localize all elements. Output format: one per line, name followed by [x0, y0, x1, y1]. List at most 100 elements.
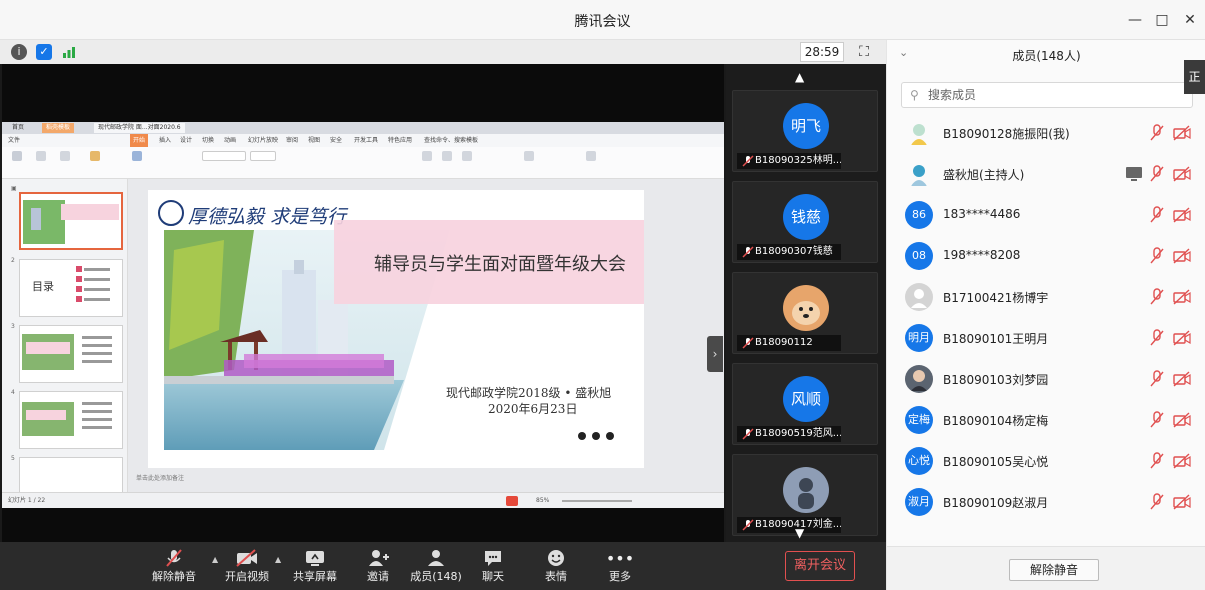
wps-search[interactable]: 查找命令、搜索模板 [424, 134, 478, 147]
format-painter-icon[interactable] [60, 151, 70, 161]
paste-icon[interactable] [12, 151, 22, 161]
member-row[interactable]: 08 198****8208 [887, 236, 1205, 276]
member-row[interactable]: 86 183****4486 [887, 195, 1205, 235]
share-screen-button[interactable]: 共享屏幕 [285, 548, 345, 588]
wps-menu-item[interactable]: 开发工具 [354, 134, 378, 147]
zoom-slider[interactable] [562, 500, 632, 502]
camera-off-icon[interactable] [1173, 124, 1191, 142]
wps-menu-item[interactable]: 文件 [8, 134, 20, 147]
wps-menu-item[interactable]: 设计 [180, 134, 192, 147]
close-icon[interactable]: ✕ [1180, 10, 1200, 30]
camera-off-icon[interactable] [1173, 411, 1191, 429]
more-button[interactable]: ••• 更多 [590, 548, 650, 588]
wps-menu-item[interactable]: 审阅 [286, 134, 298, 147]
slide-thumbnail[interactable] [19, 457, 123, 492]
textbox-icon[interactable] [422, 151, 432, 161]
member-search[interactable]: ⚲ [901, 82, 1193, 108]
find-icon[interactable] [524, 151, 534, 161]
video-tile[interactable]: 风顺 B18090519范风... [732, 363, 878, 445]
fullscreen-icon[interactable]: ⛶ [855, 43, 873, 61]
camera-off-icon[interactable] [1173, 288, 1191, 306]
mic-off-icon[interactable] [1149, 206, 1165, 224]
mic-off-icon[interactable] [1149, 124, 1165, 142]
member-row[interactable]: 淑月 B18090109赵淑月 [887, 482, 1205, 522]
shape-icon[interactable] [442, 151, 452, 161]
member-row[interactable]: 心悦 B18090105吴心悦 [887, 441, 1205, 481]
members-label: 成员(148) [410, 570, 462, 583]
wps-menu-item[interactable]: 视图 [308, 134, 320, 147]
chat-button[interactable]: 聊天 [463, 548, 523, 588]
member-row[interactable]: 盛秋旭(主持人) [887, 154, 1205, 194]
wps-menu-item[interactable]: 开始 [130, 134, 149, 147]
slide-thumbnail[interactable] [19, 192, 123, 250]
notes-placeholder[interactable]: 单击此处添加备注 [128, 469, 724, 489]
avatar [905, 283, 933, 311]
invite-button[interactable]: 邀请 [348, 548, 408, 588]
member-row[interactable]: 定梅 B18090104杨定梅 [887, 400, 1205, 440]
cut-icon[interactable] [36, 151, 46, 161]
video-tile[interactable]: B18090112 [732, 272, 878, 354]
wps-menu-item[interactable]: 切换 [202, 134, 214, 147]
font-size-select[interactable] [250, 151, 276, 161]
camera-off-icon[interactable] [1173, 329, 1191, 347]
animation-icon[interactable] [586, 151, 596, 161]
picture-icon[interactable] [462, 151, 472, 161]
mic-off-icon[interactable] [1149, 288, 1165, 306]
unmute-all-button[interactable]: 解除静音 [1009, 559, 1099, 581]
shield-icon[interactable]: ✓ [36, 44, 52, 60]
camera-off-icon[interactable] [1173, 247, 1191, 265]
start-video-button[interactable]: 开启视频 [217, 548, 277, 588]
mic-off-icon[interactable] [1149, 247, 1165, 265]
info-icon[interactable]: i [11, 44, 27, 60]
members-button[interactable]: 成员(148) [406, 548, 466, 588]
unmute-button[interactable]: 解除静音 [144, 548, 204, 588]
font-select[interactable] [202, 151, 246, 161]
video-tile[interactable]: B18090417刘金... [732, 454, 878, 536]
mic-off-icon[interactable] [1149, 493, 1165, 511]
search-input[interactable] [928, 86, 1188, 104]
wps-tab[interactable]: 首页 [8, 123, 28, 133]
chevron-up-icon[interactable]: ▲ [275, 555, 281, 564]
chevron-right-icon[interactable]: › [707, 336, 723, 372]
camera-off-icon[interactable] [1173, 493, 1191, 511]
wps-menu-item[interactable]: 特色应用 [388, 134, 412, 147]
slide-thumbnail[interactable]: 目录 [19, 259, 123, 317]
wps-menu-item[interactable]: 幻灯片放映 [248, 134, 278, 147]
chat-icon [463, 548, 523, 570]
camera-off-icon[interactable] [1173, 370, 1191, 388]
leave-meeting-button[interactable]: 离开会议 [785, 551, 855, 581]
member-row[interactable]: 明月 B18090101王明月 [887, 318, 1205, 358]
scroll-down-icon[interactable]: ▼ [795, 526, 804, 540]
meeting-info-bar: i ✓ 28:59 ⛶ [0, 40, 886, 64]
scroll-up-icon[interactable]: ▲ [795, 70, 804, 84]
wps-tab[interactable]: 稻壳模板 [42, 123, 75, 133]
member-row[interactable]: B18090128施振阳(我) [887, 113, 1205, 153]
edge-tag[interactable]: 正 [1184, 60, 1205, 94]
mic-off-icon[interactable] [1149, 411, 1165, 429]
minimize-icon[interactable]: — [1125, 10, 1145, 30]
mic-off-icon[interactable] [1149, 452, 1165, 470]
camera-off-icon[interactable] [1173, 452, 1191, 470]
mic-off-icon[interactable] [1149, 370, 1165, 388]
video-tile[interactable]: 明飞 B18090325林明... [732, 90, 878, 172]
video-tile[interactable]: 钱慈 B18090307钱慈 [732, 181, 878, 263]
mic-off-icon[interactable] [1149, 165, 1165, 183]
wps-menu-item[interactable]: 插入 [159, 134, 171, 147]
reactions-button[interactable]: 表情 [526, 548, 586, 588]
mic-off-icon[interactable] [1149, 329, 1165, 347]
camera-off-icon[interactable] [1173, 206, 1191, 224]
camera-off-icon [217, 548, 277, 570]
play-icon[interactable] [90, 151, 100, 161]
maximize-icon[interactable]: □ [1152, 10, 1172, 30]
new-slide-icon[interactable] [132, 151, 142, 161]
member-row[interactable]: B18090103刘梦园 [887, 359, 1205, 399]
member-row[interactable]: B17100421杨博宇 [887, 277, 1205, 317]
wps-tab[interactable]: 现代邮政学院 面...对面2020.6 [94, 123, 185, 133]
slide-thumbnail[interactable] [19, 325, 123, 383]
slideshow-play-icon[interactable] [506, 496, 518, 506]
wps-menu-item[interactable]: 动画 [224, 134, 236, 147]
slide-thumbnail[interactable] [19, 391, 123, 449]
signal-icon[interactable] [61, 44, 77, 60]
wps-menu-item[interactable]: 安全 [330, 134, 342, 147]
camera-off-icon[interactable] [1173, 165, 1191, 183]
